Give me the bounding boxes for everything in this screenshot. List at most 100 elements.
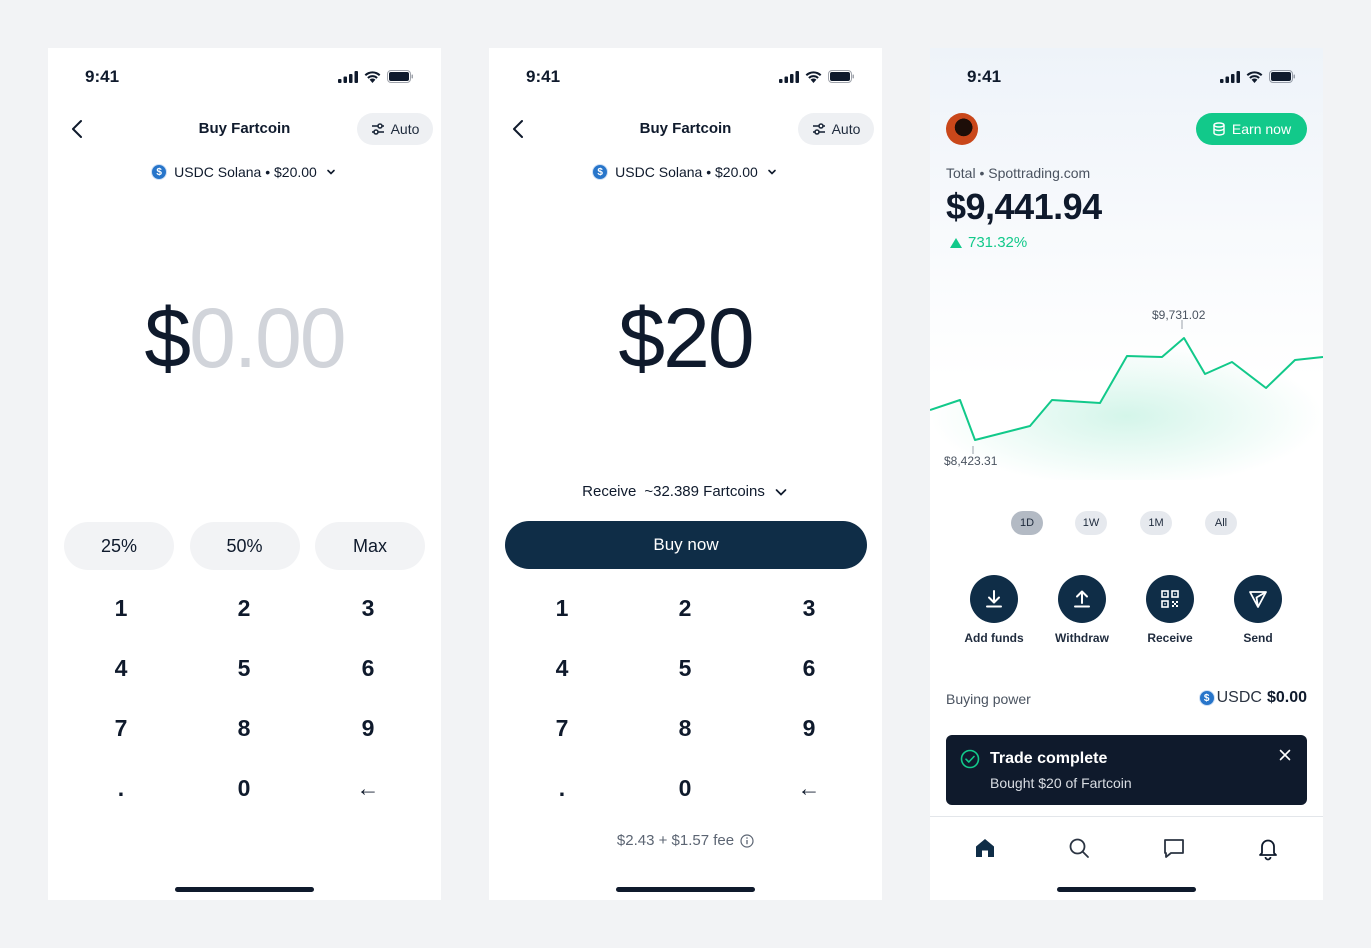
upload-icon: [1074, 590, 1090, 608]
asset-selector[interactable]: $ USDC Solana • $20.00: [489, 164, 882, 180]
usdc-icon: $: [1198, 690, 1215, 706]
trade-complete-toast: Trade complete Bought $20 of Fartcoin: [946, 735, 1307, 805]
send-button[interactable]: Send: [1220, 575, 1296, 645]
wifi-icon: [1246, 70, 1263, 83]
key-6[interactable]: 6: [759, 640, 859, 696]
receive-value: ~32.389 Fartcoins: [644, 483, 765, 500]
receive-selector[interactable]: Receive ~32.389 Fartcoins: [489, 483, 882, 500]
range-all[interactable]: All: [1205, 511, 1237, 535]
info-icon[interactable]: [740, 833, 754, 848]
wifi-icon: [805, 70, 822, 83]
auto-label: Auto: [831, 121, 861, 137]
earn-label: Earn now: [1231, 121, 1292, 137]
receive-button[interactable]: Receive: [1132, 575, 1208, 645]
total-value: $9,441.94: [946, 186, 1102, 227]
add-funds-button[interactable]: Add funds: [956, 575, 1032, 645]
key-2[interactable]: 2: [635, 580, 735, 636]
buying-power-value: $ USDC $0.00: [1198, 689, 1307, 707]
chat-icon[interactable]: [1161, 835, 1187, 861]
max-button[interactable]: Max: [315, 522, 425, 570]
sliders-icon: [371, 123, 384, 135]
portfolio-screen: 9:41 Earn now Total • Spottrading.com $9…: [930, 48, 1323, 900]
buy-screen-filled: 9:41 Buy Fartcoin Auto $ USDC Solana • $…: [489, 48, 882, 900]
withdraw-button[interactable]: Withdraw: [1044, 575, 1120, 645]
change-indicator: 731.32%: [950, 234, 1027, 251]
toast-subtitle: Bought $20 of Fartcoin: [990, 775, 1132, 791]
receive-label: Receive: [582, 483, 637, 500]
search-icon[interactable]: [1066, 835, 1092, 861]
key-7[interactable]: 7: [512, 700, 612, 756]
chart-high-label: $9,731.02: [1152, 308, 1206, 322]
key-0[interactable]: 0: [635, 760, 735, 816]
key-decimal[interactable]: .: [512, 760, 612, 816]
chevron-down-icon: [768, 169, 776, 175]
range-1m[interactable]: 1M: [1140, 511, 1172, 535]
signal-icon: [1220, 70, 1240, 83]
chart-low-label: $8,423.31: [944, 454, 998, 468]
avatar[interactable]: [946, 113, 978, 145]
add-funds-label: Add funds: [964, 631, 1024, 645]
signal-icon: [338, 70, 358, 83]
key-decimal[interactable]: .: [71, 760, 171, 816]
header: Buy Fartcoin Auto: [48, 112, 441, 146]
key-4[interactable]: 4: [512, 640, 612, 696]
usdc-icon: $: [592, 164, 609, 180]
key-1[interactable]: 1: [512, 580, 612, 636]
auto-button[interactable]: Auto: [798, 113, 874, 145]
key-8[interactable]: 8: [194, 700, 294, 756]
usdc-icon: $: [151, 164, 168, 180]
fee-text: $2.43 + $1.57 fee: [616, 832, 735, 849]
status-time: 9:41: [967, 67, 1002, 86]
earn-now-button[interactable]: Earn now: [1196, 113, 1307, 145]
percent-50-button[interactable]: 50%: [189, 522, 300, 570]
key-9[interactable]: 9: [318, 700, 418, 756]
key-7[interactable]: 7: [71, 700, 171, 756]
battery-icon: [1269, 70, 1295, 83]
amount-display: $20: [618, 291, 754, 385]
auto-label: Auto: [390, 121, 420, 137]
key-2[interactable]: 2: [194, 580, 294, 636]
key-8[interactable]: 8: [635, 700, 735, 756]
home-indicator: [175, 887, 314, 892]
amount-prefix: $: [144, 291, 191, 385]
status-time: 9:41: [85, 67, 120, 86]
amount-display: $0.00: [48, 290, 441, 387]
qr-code-icon: [1161, 590, 1179, 608]
range-1d[interactable]: 1D: [1011, 511, 1043, 535]
asset-selector[interactable]: $ USDC Solana • $20.00: [48, 164, 441, 180]
key-9[interactable]: 9: [759, 700, 859, 756]
buy-now-button[interactable]: Buy now: [505, 521, 867, 569]
key-0[interactable]: 0: [194, 760, 294, 816]
withdraw-label: Withdraw: [1055, 631, 1109, 645]
home-icon[interactable]: [972, 835, 998, 861]
buying-power-currency: USDC: [1216, 689, 1262, 706]
status-time: 9:41: [526, 67, 561, 86]
key-5[interactable]: 5: [194, 640, 294, 696]
asset-label: USDC Solana • $20.00: [615, 164, 758, 180]
download-icon: [986, 590, 1002, 608]
key-6[interactable]: 6: [318, 640, 418, 696]
close-icon[interactable]: [1277, 747, 1293, 763]
key-1[interactable]: 1: [71, 580, 171, 636]
buying-power-label: Buying power: [946, 691, 1031, 707]
fee-info: $2.43 + $1.57 fee: [489, 832, 882, 849]
home-indicator: [616, 887, 755, 892]
buying-power-amount: $0.00: [1266, 689, 1307, 706]
bell-icon[interactable]: [1255, 835, 1281, 861]
send-label: Send: [1243, 631, 1273, 645]
key-3[interactable]: 3: [318, 580, 418, 636]
auto-button[interactable]: Auto: [357, 113, 433, 145]
signal-icon: [779, 70, 799, 83]
send-icon: [1249, 591, 1267, 608]
key-3[interactable]: 3: [759, 580, 859, 636]
key-5[interactable]: 5: [635, 640, 735, 696]
sliders-icon: [812, 123, 825, 135]
key-backspace[interactable]: ←: [318, 760, 418, 816]
range-1w[interactable]: 1W: [1075, 511, 1107, 535]
receive-label: Receive: [1147, 631, 1193, 645]
total-label: Total • Spottrading.com: [946, 165, 1091, 181]
key-backspace[interactable]: ←: [759, 760, 859, 816]
key-4[interactable]: 4: [71, 640, 171, 696]
percent-25-button[interactable]: 25%: [64, 522, 174, 570]
buy-screen-empty: 9:41 Buy Fartcoin Auto $ USDC Solana • $…: [48, 48, 441, 900]
